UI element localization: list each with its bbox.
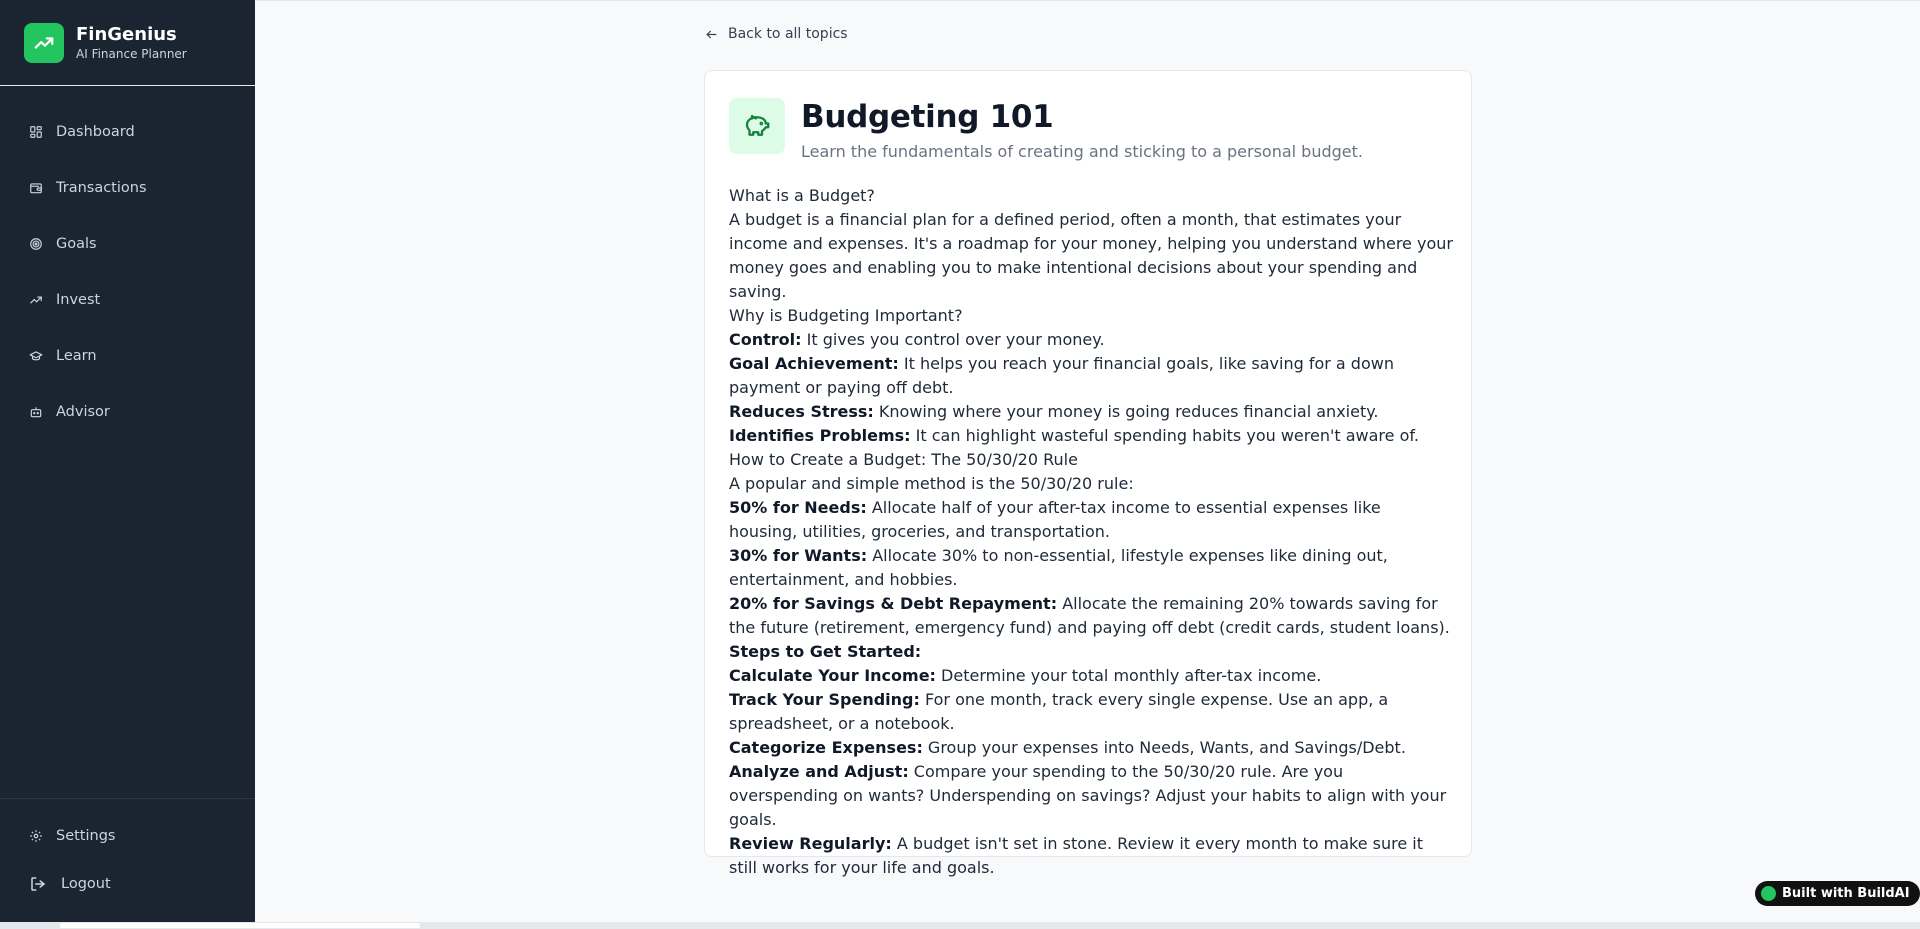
paragraph-lead: 30% for Wants: xyxy=(729,546,868,565)
topic-header: Budgeting 101 Learn the fundamentals of … xyxy=(729,98,1363,163)
badge-brand: BuildAI xyxy=(1857,886,1910,901)
brand-subtitle: AI Finance Planner xyxy=(76,46,187,61)
logout-icon xyxy=(31,877,46,891)
paragraph-lead: Identifies Problems: xyxy=(729,426,911,445)
paragraph-lead: Reduces Stress: xyxy=(729,402,874,421)
article-paragraph: Identifies Problems: It can highlight wa… xyxy=(729,424,1453,448)
logout-button[interactable]: Logout xyxy=(0,860,255,908)
paragraph-text: Group your expenses into Needs, Wants, a… xyxy=(922,738,1406,757)
sidebar-item-transactions[interactable]: Transactions xyxy=(0,160,255,216)
paragraph-text: What is a Budget? xyxy=(729,186,875,205)
sidebar-item-dashboard[interactable]: Dashboard xyxy=(0,104,255,160)
article-paragraph: 20% for Savings & Debt Repayment: Alloca… xyxy=(729,592,1453,640)
trending-up-icon xyxy=(24,22,64,63)
gear-icon xyxy=(30,830,42,842)
wallet-icon xyxy=(30,183,42,194)
article-paragraph: What is a Budget? xyxy=(729,184,1453,208)
sidebar-footer: Settings Logout xyxy=(0,798,255,908)
badge-prefix: Built with xyxy=(1782,886,1858,901)
built-with-badge[interactable]: Built with BuildAI xyxy=(1755,881,1920,906)
sidebar-item-label: Invest xyxy=(56,292,101,308)
paragraph-lead: 20% for Savings & Debt Repayment: xyxy=(729,594,1058,613)
paragraph-lead: Track Your Spending: xyxy=(729,690,920,709)
article-paragraph: Analyze and Adjust: Compare your spendin… xyxy=(729,760,1453,832)
grid-icon xyxy=(30,126,42,138)
piggy-bank-icon xyxy=(729,98,785,154)
article-paragraph: Control: It gives you control over your … xyxy=(729,328,1453,352)
sidebar-item-label: Dashboard xyxy=(56,124,135,140)
paragraph-text: Why is Budgeting Important? xyxy=(729,306,963,325)
graduation-cap-icon xyxy=(29,351,43,361)
paragraph-lead: Categorize Expenses: xyxy=(729,738,923,757)
paragraph-text: How to Create a Budget: The 50/30/20 Rul… xyxy=(729,450,1078,469)
paragraph-text: A popular and simple method is the 50/30… xyxy=(729,474,1134,493)
article-paragraph: Review Regularly: A budget isn't set in … xyxy=(729,832,1453,880)
sidebar: FinGenius AI Finance Planner Dashboard T… xyxy=(0,0,255,922)
sidebar-item-label: Logout xyxy=(61,876,111,892)
sidebar-item-label: Transactions xyxy=(56,180,147,196)
main-content: Back to all topics Budgeting 101 Learn t… xyxy=(255,0,1920,922)
brand[interactable]: FinGenius AI Finance Planner xyxy=(0,0,255,86)
article-paragraph: Calculate Your Income: Determine your to… xyxy=(729,664,1453,688)
horizontal-scrollbar[interactable] xyxy=(0,922,1920,929)
bot-icon xyxy=(30,407,42,418)
page-description: Learn the fundamentals of creating and s… xyxy=(801,142,1363,161)
trending-up-icon xyxy=(30,296,42,304)
sidebar-item-goals[interactable]: Goals xyxy=(0,216,255,272)
article-paragraph: A popular and simple method is the 50/30… xyxy=(729,472,1453,496)
article-paragraph: Steps to Get Started: xyxy=(729,640,1453,664)
article-paragraph: Goal Achievement: It helps you reach you… xyxy=(729,352,1453,400)
article-paragraph: 30% for Wants: Allocate 30% to non-essen… xyxy=(729,544,1453,592)
topic-card: Budgeting 101 Learn the fundamentals of … xyxy=(704,70,1472,877)
paragraph-lead: Control: xyxy=(729,330,802,349)
back-link[interactable]: Back to all topics xyxy=(705,26,848,42)
back-link-label: Back to all topics xyxy=(728,26,848,42)
article-paragraph: 50% for Needs: Allocate half of your aft… xyxy=(729,496,1453,544)
paragraph-lead: Calculate Your Income: xyxy=(729,666,936,685)
article-paragraph: Categorize Expenses: Group your expenses… xyxy=(729,736,1453,760)
logo-icon xyxy=(1761,886,1776,901)
sidebar-nav: Dashboard Transactions Goals Invest Lear… xyxy=(0,104,255,440)
paragraph-lead: Steps to Get Started: xyxy=(729,642,922,661)
scrollbar-thumb[interactable] xyxy=(60,923,420,928)
paragraph-text: Determine your total monthly after-tax i… xyxy=(935,666,1322,685)
sidebar-item-label: Advisor xyxy=(56,404,110,420)
paragraph-text: It gives you control over your money. xyxy=(801,330,1105,349)
article-paragraph: Track Your Spending: For one month, trac… xyxy=(729,688,1453,736)
article-paragraph: How to Create a Budget: The 50/30/20 Rul… xyxy=(729,448,1453,472)
paragraph-text: It can highlight wasteful spending habit… xyxy=(910,426,1419,445)
sidebar-item-invest[interactable]: Invest xyxy=(0,272,255,328)
paragraph-text: Knowing where your money is going reduce… xyxy=(873,402,1379,421)
paragraph-lead: Analyze and Adjust: xyxy=(729,762,909,781)
paragraph-lead: 50% for Needs: xyxy=(729,498,867,517)
paragraph-lead: Review Regularly: xyxy=(729,834,892,853)
article-body: What is a Budget? A budget is a financial… xyxy=(729,184,1453,880)
sidebar-item-label: Learn xyxy=(56,348,97,364)
page-title: Budgeting 101 xyxy=(801,99,1054,135)
sidebar-item-settings[interactable]: Settings xyxy=(0,812,255,860)
brand-name: FinGenius xyxy=(76,23,177,45)
sidebar-item-advisor[interactable]: Advisor xyxy=(0,384,255,440)
sidebar-item-learn[interactable]: Learn xyxy=(0,328,255,384)
target-icon xyxy=(30,238,42,250)
paragraph-lead: Goal Achievement: xyxy=(729,354,899,373)
sidebar-item-label: Settings xyxy=(56,828,116,844)
article-paragraph: Why is Budgeting Important? xyxy=(729,304,1453,328)
article-paragraph: A budget is a financial plan for a defin… xyxy=(729,208,1453,304)
arrow-left-icon xyxy=(706,30,717,38)
article-paragraph: Reduces Stress: Knowing where your money… xyxy=(729,400,1453,424)
paragraph-text: A budget is a financial plan for a defin… xyxy=(729,210,1459,301)
sidebar-item-label: Goals xyxy=(56,236,97,252)
